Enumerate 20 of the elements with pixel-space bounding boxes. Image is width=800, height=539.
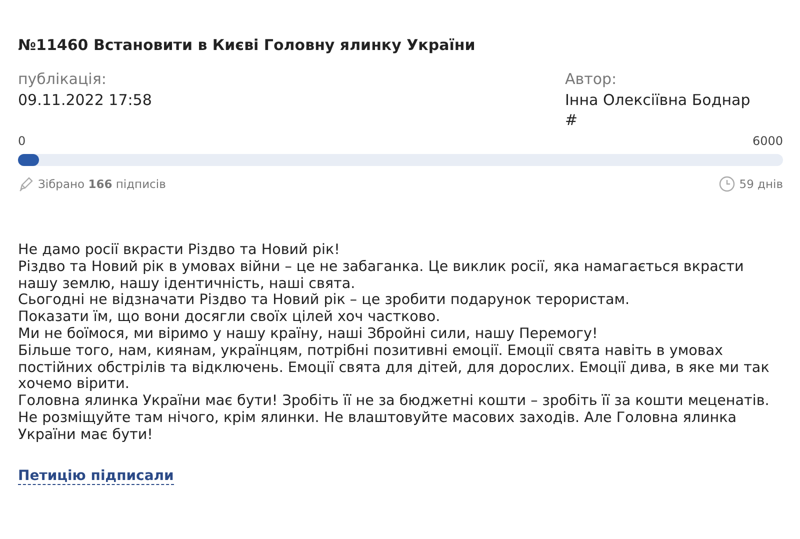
progress-max: 6000 [752, 134, 783, 148]
clock-icon [719, 176, 736, 192]
pen-icon [18, 176, 34, 192]
signature-count: Зібрано 166 підписів [38, 177, 166, 191]
progress-min: 0 [18, 134, 26, 148]
petition-title: №11460 Встановити в Києві Головну ялинку України [18, 36, 476, 54]
author-name: Інна Олексіївна Боднар [565, 90, 752, 110]
petition-paragraph: Ми не боїмося, ми віримо у нашу країну, наші Збройні сили, нашу Перемогу! [18, 326, 599, 343]
author-mark: # [565, 110, 579, 130]
publication-date: 09.11.2022 17:58 [18, 90, 152, 110]
publication-label: публікація: [18, 69, 108, 90]
petition-paragraph: Більше того, нам, киянам, українцям, потрібні позитивні емоції. Емоції свята навіть в умовах постійних обстрілів та відключень. Емоції свята для дітей, для дорослих. Емоції дива, в яке ми так хочемо вірити. [18, 342, 770, 394]
author-label: Автор: [565, 69, 618, 90]
days-left: 59 днів [739, 177, 783, 191]
petition-paragraph: Сьогодні не відзначати Різдво та Новий рік – це зробити подарунок терористам. [18, 292, 631, 310]
petition-paragraph: Показати їм, що вони досягли своїх цілей хоч частково. [18, 309, 442, 326]
petition-paragraph: Різдво та Новий рік в умовах війни – це не забаганка. Це виклик росії, яка намагається вкрасти нашу землю, нашу ідентичність, наші свята. [18, 258, 745, 292]
petition-paragraph: Головна ялинка України має бути! Зробіть її не за бюджетні кошти – зробіть її за кошти меценатів. Не розміщуйте там нічого, крім ялинки. Не влаштовуйте масових заходів. Але Головна ялинка України має бути! [18, 393, 770, 444]
signed-link[interactable]: Петицію підписали [18, 468, 174, 485]
petition-paragraph: Не дамо росії вкрасти Різдво та Новий рік! [18, 242, 341, 259]
